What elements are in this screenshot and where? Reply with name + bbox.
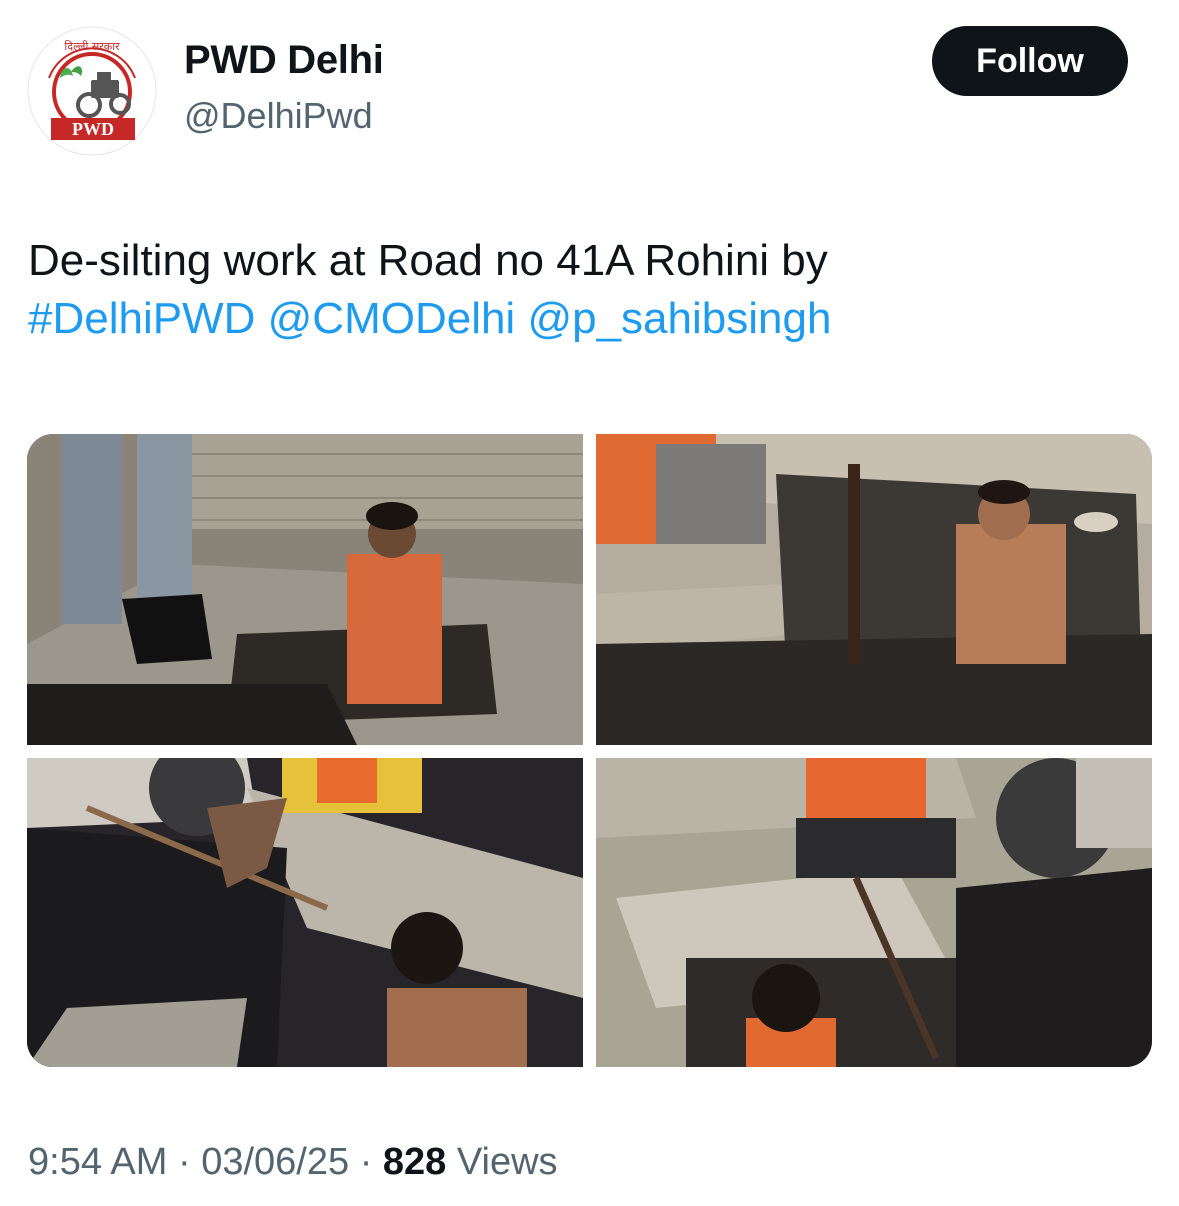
account-handle[interactable]: @DelhiPwd xyxy=(184,95,373,137)
media-photo-3[interactable] xyxy=(27,758,583,1067)
media-grid xyxy=(27,434,1152,1067)
media-photo-4[interactable] xyxy=(596,758,1152,1067)
media-photo-2[interactable] xyxy=(596,434,1152,745)
views-label: Views xyxy=(456,1141,558,1183)
avatar-logo-text: PWD xyxy=(72,119,114,139)
tweet-body-text: De-silting work at Road no 41A Rohini by xyxy=(28,236,828,285)
follow-button[interactable]: Follow xyxy=(932,26,1128,96)
mention-link-cmodelhi[interactable]: @CMODelhi xyxy=(268,294,516,343)
views-count: 828 xyxy=(382,1141,447,1183)
mention-link-p-sahibsingh[interactable]: @p_sahibsingh xyxy=(527,294,831,343)
hashtag-link-delhipwd[interactable]: #DelhiPWD xyxy=(28,294,255,343)
display-name[interactable]: PWD Delhi xyxy=(184,38,384,83)
tweet-time[interactable]: 9:54 AM xyxy=(28,1141,167,1183)
tweet-header: PWD दिल्ली सरकार PWD Delhi @DelhiPwd Fol… xyxy=(0,0,1179,170)
tweet-date[interactable]: 03/06/25 xyxy=(201,1141,349,1183)
meta-separator: · xyxy=(359,1141,373,1183)
tweet-text: De-silting work at Road no 41A Rohini by… xyxy=(28,232,1148,348)
avatar-arc-text: दिल्ली सरकार xyxy=(64,40,120,53)
media-photo-1[interactable] xyxy=(27,434,583,745)
meta-separator: · xyxy=(177,1141,191,1183)
tweet-meta: 9:54 AM · 03/06/25 · 828 Views xyxy=(28,1141,558,1184)
avatar[interactable]: PWD दिल्ली सरकार xyxy=(27,26,157,156)
pwd-delhi-logo-icon: PWD दिल्ली सरकार xyxy=(27,26,157,156)
